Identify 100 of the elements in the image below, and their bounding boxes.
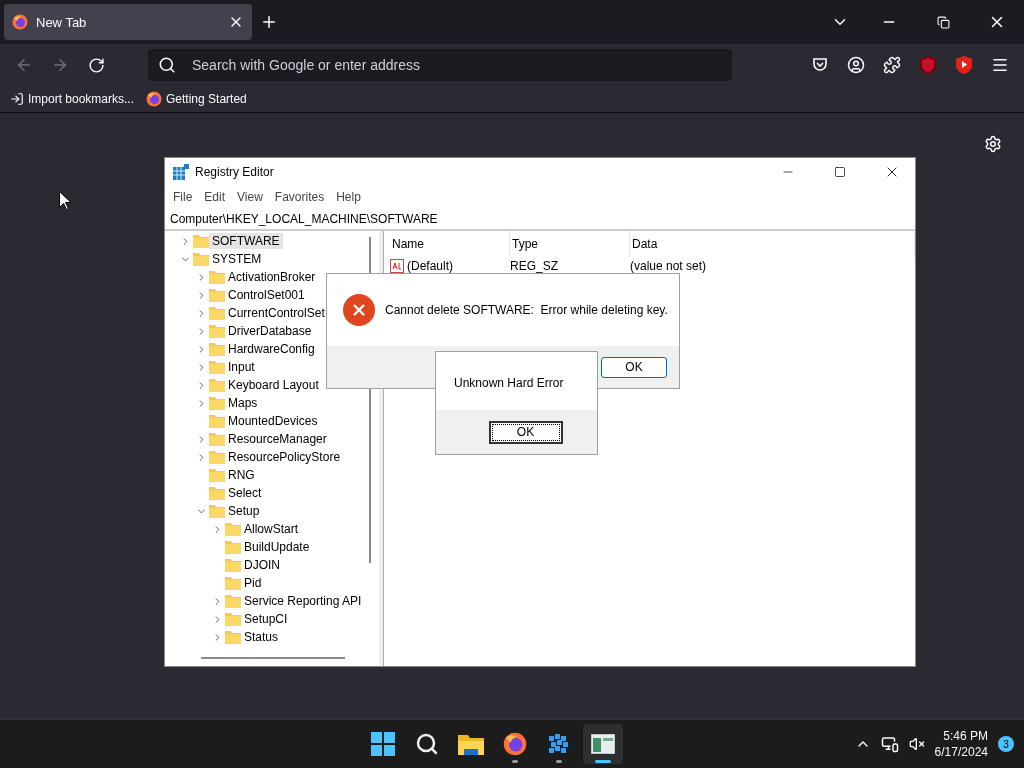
table-cell: REG_SZ	[510, 259, 558, 273]
tab-title: New Tab	[36, 14, 87, 30]
tree-item[interactable]: Input	[225, 359, 258, 375]
notification-badge[interactable]: 3	[998, 736, 1014, 752]
folder-icon	[225, 576, 241, 590]
account-icon[interactable]	[847, 56, 865, 74]
tree-item[interactable]: SOFTWARE	[209, 233, 283, 249]
tree-item[interactable]: BuildUpdate	[241, 539, 313, 555]
folder-icon	[209, 414, 225, 428]
firefox-icon	[503, 732, 528, 756]
folder-icon[interactable]	[458, 733, 485, 755]
folder-icon	[225, 540, 241, 554]
folder-icon	[225, 522, 241, 536]
restore-icon[interactable]	[936, 15, 950, 29]
windows-logo-icon[interactable]	[371, 732, 396, 756]
maximize-icon[interactable]	[834, 166, 846, 178]
tree-item[interactable]: SYSTEM	[209, 251, 265, 267]
tree-item[interactable]: MountedDevices	[225, 413, 321, 429]
running-indicator	[512, 760, 519, 763]
back-icon[interactable]	[15, 56, 33, 74]
registry-editor-icon[interactable]	[591, 734, 616, 754]
tree-item[interactable]: DJOIN	[241, 557, 283, 573]
folder-icon	[209, 342, 225, 356]
address-bar[interactable]: Search with Google or enter address	[148, 49, 732, 81]
new-tab-icon[interactable]	[260, 13, 278, 31]
search-icon	[158, 56, 176, 74]
tree-item[interactable]: SetupCI	[241, 611, 291, 627]
menu-item[interactable]: View	[231, 190, 269, 204]
folder-icon	[209, 486, 225, 500]
tree-item[interactable]: HardwareConfig	[225, 341, 318, 357]
folder-icon	[193, 234, 209, 248]
folder-icon	[209, 288, 225, 302]
folder-icon	[209, 378, 225, 392]
tree-item[interactable]: Service Reporting API	[241, 593, 365, 609]
running-indicator	[556, 760, 563, 763]
tree-item[interactable]: Pid	[241, 575, 265, 591]
bookmark[interactable]: Import bookmarks...	[10, 92, 135, 106]
table-cell: (value not set)	[630, 259, 707, 273]
folder-icon	[209, 432, 225, 446]
tree-item[interactable]: Select	[225, 485, 265, 501]
folder-icon	[209, 504, 225, 518]
firefox-icon	[146, 91, 163, 107]
tree-item[interactable]: AllowStart	[241, 521, 302, 537]
bookmark[interactable]: Getting Started	[146, 91, 247, 107]
volume-muted-icon[interactable]	[908, 736, 925, 752]
window-title: Registry Editor	[195, 165, 274, 179]
extensions-icon[interactable]	[883, 56, 901, 74]
address-field[interactable]: Search with Google or enter address	[190, 56, 722, 74]
folder-icon	[209, 396, 225, 410]
menu-icon[interactable]	[991, 56, 1009, 74]
network-icon[interactable]	[880, 735, 899, 753]
shield-icon[interactable]	[920, 56, 936, 74]
folder-icon	[225, 630, 241, 644]
ok-button[interactable]: OK	[488, 420, 563, 444]
menu-item[interactable]: Edit	[198, 190, 232, 204]
firefox-icon	[12, 14, 28, 30]
tree-item[interactable]: Keyboard Layout	[225, 377, 322, 393]
menu-item[interactable]: Help	[330, 190, 367, 204]
reload-icon[interactable]	[87, 56, 105, 74]
tree-item[interactable]: Maps	[225, 395, 261, 411]
browser-tab[interactable]: New Tab	[4, 4, 252, 40]
tree-item[interactable]: CurrentControlSet	[225, 305, 328, 321]
play-shield-icon[interactable]	[956, 56, 972, 74]
folder-icon	[209, 450, 225, 464]
clock[interactable]: 5:46 PM 6/17/2024	[934, 728, 988, 760]
folder-icon	[225, 612, 241, 626]
tree-item[interactable]: Status	[241, 629, 282, 645]
folder-icon	[209, 360, 225, 374]
search-icon[interactable]	[415, 732, 440, 756]
error-message: Unknown Hard Error	[454, 376, 564, 390]
folder-icon	[225, 558, 241, 572]
error-icon	[343, 294, 375, 326]
registry-icon	[173, 164, 189, 180]
folder-icon	[209, 468, 225, 482]
ok-button[interactable]: OK	[601, 356, 667, 378]
tree-item[interactable]: ControlSet001	[225, 287, 308, 303]
pocket-icon[interactable]	[812, 57, 828, 73]
tree-item[interactable]: RNG	[225, 467, 258, 483]
error-message: Cannot delete SOFTWARE: Error while deleting key.	[385, 303, 668, 317]
column-header[interactable]: Type	[510, 231, 630, 257]
tree-item[interactable]: ResourceManager	[225, 431, 330, 447]
tree-item[interactable]: Setup	[225, 503, 263, 519]
forward-icon[interactable]	[51, 56, 69, 74]
taskbar-app[interactable]	[583, 724, 624, 764]
tree-item[interactable]: DriverDatabase	[225, 323, 315, 339]
column-header[interactable]: Name	[390, 231, 510, 257]
menu-item[interactable]: Favorites	[268, 190, 331, 204]
folder-icon	[209, 324, 225, 338]
mouse-cursor-icon	[59, 191, 71, 210]
folder-icon	[193, 252, 209, 266]
tree-item[interactable]: ResourcePolicyStore	[225, 449, 344, 465]
settings-icon[interactable]	[984, 135, 1002, 153]
running-indicator	[595, 760, 612, 763]
menu-item[interactable]: File	[167, 190, 199, 204]
tree-item[interactable]: ActivationBroker	[225, 269, 319, 285]
column-header[interactable]: Data	[630, 231, 915, 257]
folder-icon	[209, 306, 225, 320]
folder-icon	[209, 270, 225, 284]
folder-icon	[225, 594, 241, 608]
import-icon	[10, 92, 24, 106]
